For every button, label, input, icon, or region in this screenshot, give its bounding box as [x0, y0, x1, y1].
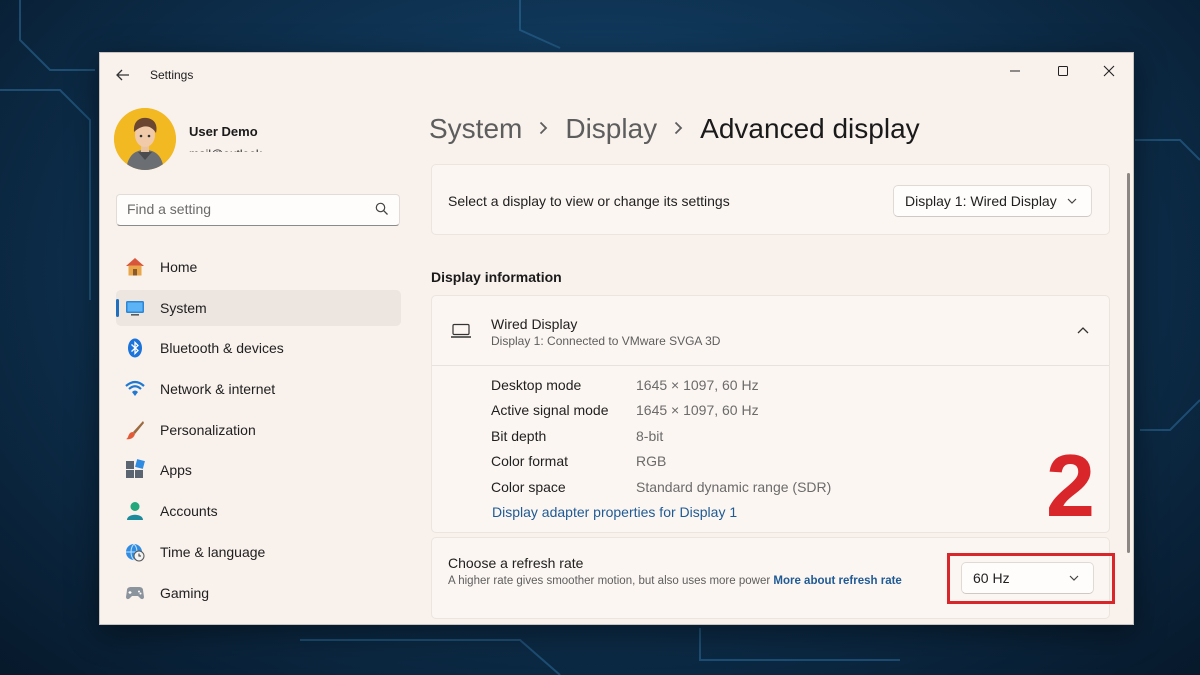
app-title: Settings — [150, 68, 194, 82]
scrollbar[interactable] — [1127, 173, 1130, 553]
display-select-label: Select a display to view or change its s… — [448, 193, 730, 209]
display-select-card: Select a display to view or change its s… — [431, 164, 1110, 235]
row-label-color-space: Color space — [491, 479, 566, 495]
chevron-right-icon — [674, 118, 683, 141]
sidebar-item-bluetooth[interactable]: Bluetooth & devices — [116, 330, 401, 366]
row-label-active-signal-mode: Active signal mode — [491, 402, 609, 418]
breadcrumb: System Display Advanced display — [429, 109, 920, 149]
display-dropdown[interactable]: Display 1: Wired Display — [893, 185, 1092, 217]
annotation-step-number: 2 — [1046, 436, 1095, 535]
display-adapter-properties-link[interactable]: Display adapter properties for Display 1 — [492, 504, 737, 520]
bluetooth-icon — [124, 337, 146, 359]
search-box[interactable] — [116, 194, 400, 226]
sidebar-nav: Home System Bluetooth & devices Network … — [116, 249, 401, 615]
back-button[interactable] — [110, 63, 136, 87]
search-icon[interactable] — [375, 202, 389, 216]
sidebar-item-network[interactable]: Network & internet — [116, 371, 401, 407]
row-value-color-space: Standard dynamic range (SDR) — [636, 479, 832, 495]
breadcrumb-display[interactable]: Display — [565, 113, 657, 145]
chevron-up-icon[interactable] — [1077, 326, 1089, 334]
row-value-desktop-mode: 1645 × 1097, 60 Hz — [636, 377, 759, 393]
title-bar: Settings — [100, 53, 1133, 97]
minimize-icon — [1010, 70, 1020, 72]
close-icon — [1103, 65, 1115, 77]
sidebar-item-system[interactable]: System — [116, 289, 401, 326]
wifi-icon — [124, 378, 146, 400]
row-value-active-signal-mode: 1645 × 1097, 60 Hz — [636, 402, 759, 418]
search-input[interactable] — [117, 195, 377, 223]
accounts-icon — [124, 500, 146, 522]
row-label-bit-depth: Bit depth — [491, 428, 547, 444]
page-title: Advanced display — [700, 113, 920, 144]
more-about-refresh-rate-link[interactable]: More about refresh rate — [773, 575, 901, 587]
user-email: mail@outlook — [189, 143, 262, 152]
chevron-right-icon — [539, 118, 548, 141]
row-value-color-format: RGB — [636, 453, 667, 469]
display-information-card: Wired Display Display 1: Connected to VM… — [431, 295, 1110, 533]
settings-window: Settings User Demo mail@outlook — [99, 52, 1134, 625]
close-button[interactable] — [1086, 56, 1132, 86]
apps-icon — [124, 459, 146, 481]
chevron-down-icon — [1067, 198, 1077, 204]
globe-clock-icon — [124, 541, 146, 563]
gamepad-icon — [124, 582, 146, 604]
display-info-header[interactable]: Wired Display Display 1: Connected to VM… — [432, 296, 1109, 366]
minimize-button[interactable] — [992, 56, 1038, 86]
user-name: User Demo — [189, 124, 258, 139]
sidebar-item-accounts[interactable]: Accounts — [116, 493, 401, 529]
sidebar-item-personalization[interactable]: Personalization — [116, 412, 401, 448]
sidebar-item-home[interactable]: Home — [116, 249, 401, 285]
sidebar-item-time-language[interactable]: Time & language — [116, 534, 401, 570]
section-title-display-information: Display information — [431, 269, 562, 285]
laptop-icon — [451, 323, 471, 338]
annotation-highlight-box — [947, 553, 1115, 604]
system-icon — [124, 297, 146, 319]
refresh-rate-title: Choose a refresh rate — [448, 555, 584, 571]
maximize-button[interactable] — [1040, 56, 1086, 86]
maximize-icon — [1058, 66, 1068, 76]
display-name: Wired Display — [491, 316, 578, 332]
home-icon — [124, 256, 146, 278]
user-profile[interactable]: User Demo mail@outlook — [114, 108, 404, 172]
display-connection-subtitle: Display 1: Connected to VMware SVGA 3D — [491, 334, 721, 348]
sidebar-item-apps[interactable]: Apps — [116, 452, 401, 488]
row-label-color-format: Color format — [491, 453, 569, 469]
sidebar-item-gaming[interactable]: Gaming — [116, 575, 401, 611]
refresh-rate-description: A higher rate gives smoother motion, but… — [448, 575, 902, 587]
arrow-left-icon — [116, 69, 129, 81]
avatar — [114, 108, 176, 170]
display-dropdown-value: Display 1: Wired Display — [905, 193, 1057, 209]
brush-icon — [124, 419, 146, 441]
row-value-bit-depth: 8-bit — [636, 428, 664, 444]
row-label-desktop-mode: Desktop mode — [491, 377, 582, 393]
avatar-image — [114, 108, 176, 170]
breadcrumb-system[interactable]: System — [429, 113, 522, 145]
